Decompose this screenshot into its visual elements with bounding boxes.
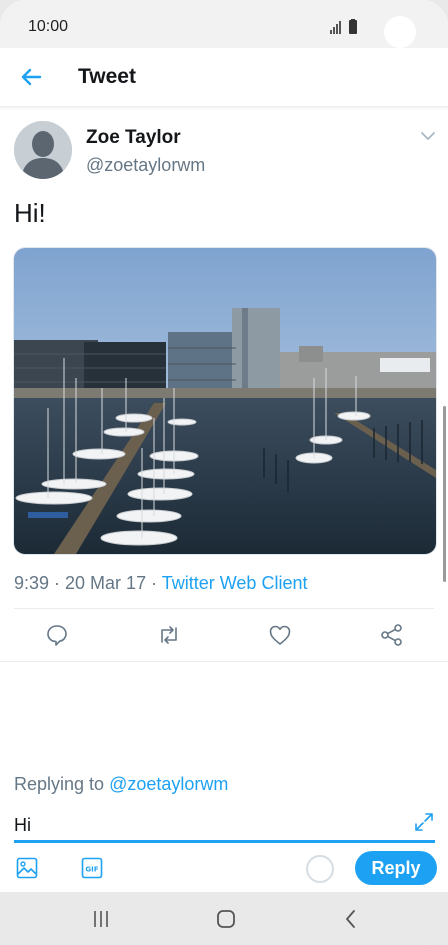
home-icon[interactable] — [214, 907, 238, 931]
tweet-text: Hi! — [14, 198, 46, 228]
tweet-photo[interactable] — [13, 247, 437, 555]
author-name[interactable]: Zoe Taylor — [86, 127, 181, 149]
status-bar: 10:00 — [0, 0, 448, 48]
reply-input[interactable] — [14, 812, 394, 838]
retweet-icon[interactable] — [156, 622, 182, 648]
divider — [0, 661, 448, 662]
comment-icon[interactable] — [44, 622, 70, 648]
header-shadow — [0, 106, 448, 110]
arrow-left-icon[interactable] — [16, 62, 46, 92]
reply-button[interactable]: Reply — [355, 851, 437, 885]
replying-handle-link[interactable]: @zoetaylorwm — [109, 774, 228, 794]
back-nav-icon[interactable] — [339, 907, 363, 931]
tweet-meta: 9:39 · 20 Mar 17 · Twitter Web Client — [14, 573, 307, 594]
avatar[interactable] — [14, 121, 72, 179]
tweet-client-link[interactable]: Twitter Web Client — [162, 573, 308, 593]
signal-battery-icon — [330, 19, 357, 34]
divider — [14, 608, 434, 609]
expand-icon[interactable] — [412, 810, 436, 834]
gif-icon[interactable]: GIF — [80, 856, 104, 880]
scrollbar[interactable] — [443, 406, 446, 582]
marina-harbor-photo — [14, 248, 436, 554]
input-underline — [14, 840, 435, 843]
reply-composer: Replying to @zoetaylorwm GIF Reply — [0, 756, 448, 892]
phone-screen: 10:00 Tweet Zoe Taylor @zoetaylorwm Hi! — [0, 0, 448, 945]
author-handle[interactable]: @zoetaylorwm — [86, 155, 205, 176]
image-icon[interactable] — [15, 856, 39, 880]
status-time: 10:00 — [28, 18, 69, 35]
app-header: Tweet — [0, 48, 448, 107]
replying-prefix: Replying to — [14, 774, 110, 794]
share-icon[interactable] — [379, 622, 405, 648]
tweet-actions — [0, 614, 448, 658]
navigation-bar — [0, 892, 448, 945]
recent-apps-icon[interactable] — [89, 907, 113, 931]
svg-text:GIF: GIF — [85, 866, 98, 874]
default-avatar-icon — [14, 121, 72, 179]
tweet-timestamp: 9:39 · 20 Mar 17 · — [14, 573, 162, 593]
chevron-down-icon[interactable] — [419, 129, 437, 143]
heart-icon[interactable] — [267, 622, 293, 648]
page-title: Tweet — [78, 65, 136, 88]
replying-to-label: Replying to @zoetaylorwm — [14, 774, 228, 795]
camera-cutout — [384, 16, 416, 48]
character-count-ring — [306, 855, 334, 883]
